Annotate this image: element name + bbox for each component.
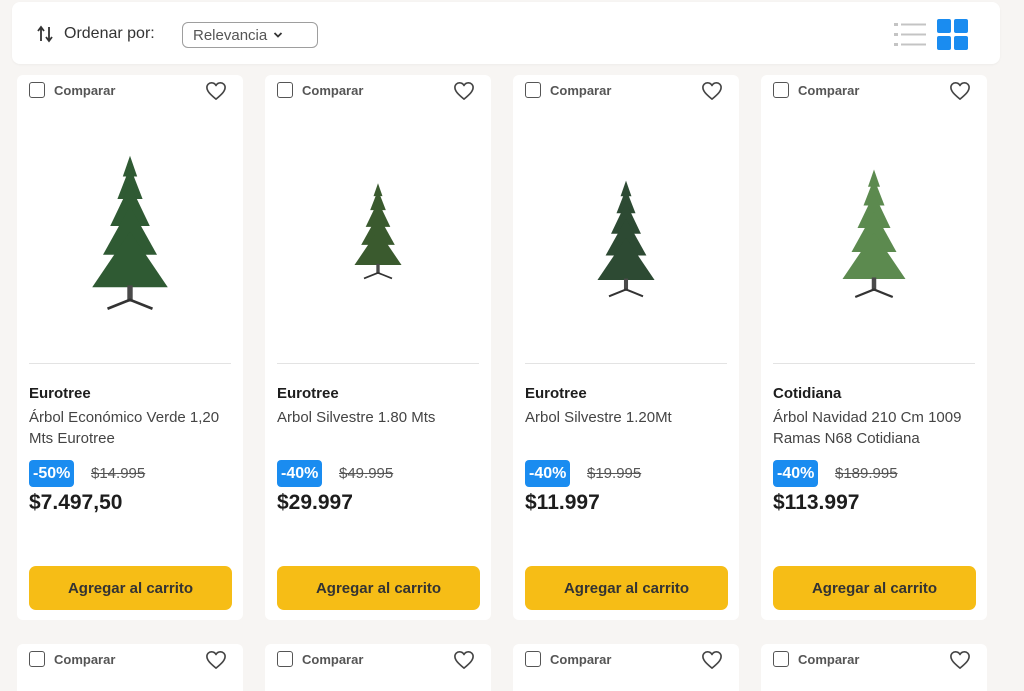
product-card[interactable]: Comparar Eurotree Arbol Silvestre 1.20Mt -… [513,75,739,620]
compare-label: Comparar [54,82,116,98]
heart-icon[interactable] [949,81,971,101]
chevron-down-icon [274,32,283,38]
product-brand: Eurotree [277,385,339,402]
compare-label: Comparar [550,651,612,667]
heart-icon[interactable] [949,650,971,670]
compare-checkbox[interactable] [773,651,789,667]
heart-icon[interactable] [205,650,227,670]
product-brand: Eurotree [29,385,91,402]
add-to-cart-button[interactable]: Agregar al carrito [773,566,976,610]
discount-badge: -40% [773,460,819,487]
card-divider [277,363,479,364]
compare-toggle[interactable]: Comparar [773,651,859,667]
compare-toggle[interactable]: Comparar [277,82,363,98]
old-price: $49.995 [339,465,394,482]
discount-badge: -50% [29,460,75,487]
card-divider [525,363,727,364]
product-price: $11.997 [525,491,600,514]
compare-checkbox[interactable] [29,82,45,98]
heart-icon[interactable] [453,81,475,101]
old-price: $189.995 [835,465,898,482]
compare-checkbox[interactable] [277,651,293,667]
discount-badge: -40% [525,460,571,487]
sort-label: Ordenar por: [64,25,155,42]
list-view-icon[interactable] [894,20,926,50]
sort-toolbar: Ordenar por: Relevancia [12,2,1000,64]
product-card[interactable]: Comparar [761,644,987,691]
compare-checkbox[interactable] [525,651,541,667]
compare-checkbox[interactable] [277,82,293,98]
product-card[interactable]: Comparar Eurotree Arbol Silvestre 1.80 Mt… [265,75,491,620]
christmas-tree-image [842,169,906,299]
compare-label: Comparar [302,651,364,667]
product-card[interactable]: Comparar Eurotree Árbol Económico Verde 1… [17,75,243,620]
sort-select[interactable]: Relevancia [182,22,318,48]
product-name[interactable]: Árbol Navidad 210 Cm 1009 Ramas N68 Coti… [773,407,983,449]
compare-toggle[interactable]: Comparar [29,651,115,667]
product-brand: Cotidiana [773,385,842,402]
heart-icon[interactable] [701,650,723,670]
sort-select-value: Relevancia [193,26,268,44]
compare-label: Comparar [550,82,612,98]
product-price: $7.497,50 [29,491,123,514]
compare-checkbox[interactable] [773,82,789,98]
compare-toggle[interactable]: Comparar [277,651,363,667]
card-divider [29,363,231,364]
add-to-cart-button[interactable]: Agregar al carrito [277,566,480,610]
compare-checkbox[interactable] [525,82,541,98]
old-price: $14.995 [91,465,146,482]
card-divider [773,363,975,364]
product-price: $113.997 [773,491,860,514]
product-price: $29.997 [277,491,353,514]
compare-label: Comparar [798,82,860,98]
heart-icon[interactable] [453,650,475,670]
compare-toggle[interactable]: Comparar [525,82,611,98]
compare-label: Comparar [302,82,364,98]
compare-toggle[interactable]: Comparar [29,82,115,98]
compare-toggle[interactable]: Comparar [525,651,611,667]
christmas-tree-image [92,155,168,311]
product-brand: Eurotree [525,385,587,402]
compare-toggle[interactable]: Comparar [773,82,859,98]
product-name[interactable]: Arbol Silvestre 1.20Mt [525,407,735,428]
product-card[interactable]: Comparar [513,644,739,691]
product-card[interactable]: Comparar [265,644,491,691]
heart-icon[interactable] [205,81,227,101]
add-to-cart-button[interactable]: Agregar al carrito [29,566,232,610]
compare-label: Comparar [54,651,116,667]
product-card[interactable]: Comparar [17,644,243,691]
christmas-tree-image [597,180,655,298]
grid-view-icon[interactable] [937,19,969,51]
product-card[interactable]: Comparar Cotidiana Árbol Navidad 210 Cm 1… [761,75,987,620]
product-name[interactable]: Árbol Económico Verde 1,20 Mts Eurotree [29,407,239,449]
add-to-cart-button[interactable]: Agregar al carrito [525,566,728,610]
heart-icon[interactable] [701,81,723,101]
old-price: $19.995 [587,465,642,482]
product-name[interactable]: Arbol Silvestre 1.80 Mts [277,407,487,428]
christmas-tree-image [354,183,402,280]
sort-arrows-icon[interactable] [36,25,54,43]
discount-badge: -40% [277,460,323,487]
compare-checkbox[interactable] [29,651,45,667]
compare-label: Comparar [798,651,860,667]
